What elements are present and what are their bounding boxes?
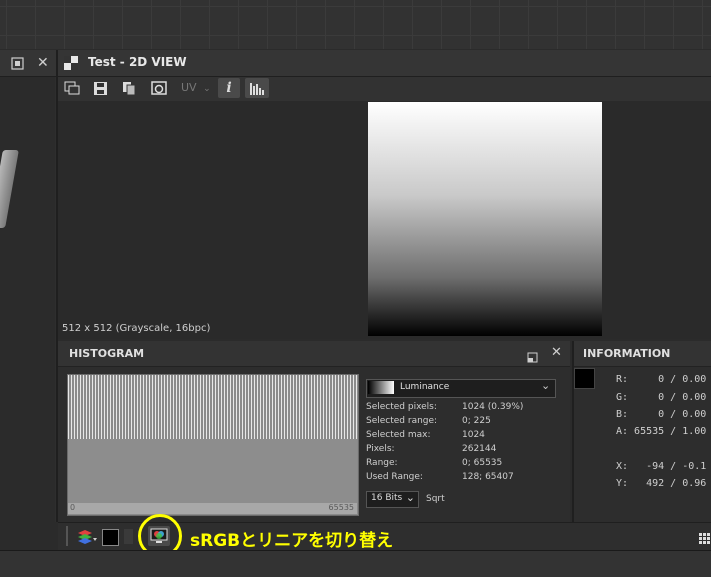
- stat-label: Range:: [366, 458, 398, 468]
- separator: [124, 529, 133, 544]
- information-title: INFORMATION: [583, 347, 671, 360]
- luminance-swatch: [368, 381, 394, 394]
- channel-select[interactable]: [366, 379, 556, 398]
- chevron-down-icon: ⌄: [405, 491, 415, 504]
- axis-max-label: 65535: [328, 503, 354, 512]
- stat-label: Selected pixels:: [366, 402, 437, 412]
- view-title: Test - 2D VIEW: [88, 55, 187, 69]
- stat-value: 0; 225: [462, 416, 491, 426]
- stat-value: 1024 (0.39%): [462, 402, 524, 412]
- workspace-grid: [0, 0, 711, 49]
- toolbar-grip: [66, 526, 68, 546]
- stat-value: 0; 65535: [462, 458, 503, 468]
- info-x: X: -94 / -0.1: [616, 461, 707, 472]
- info-a: A: 65535 / 1.00: [616, 426, 707, 437]
- maximize-icon[interactable]: [11, 57, 24, 73]
- info-b: B: 0 / 0.00: [616, 409, 707, 420]
- layers-icon[interactable]: [77, 529, 97, 549]
- status-bar: [0, 550, 711, 577]
- scale-label[interactable]: Sqrt: [426, 492, 445, 506]
- gradient-texture-image: [368, 102, 602, 336]
- stat-value: 262144: [462, 444, 497, 454]
- chevron-down-icon: ⌄: [203, 84, 211, 94]
- annotation-text: sRGBとリニアを切り替え: [190, 531, 394, 551]
- info-y: Y: 492 / 0.96: [616, 478, 707, 489]
- grid-menu-icon[interactable]: [699, 530, 711, 549]
- histogram-bars: [68, 375, 357, 439]
- stat-value: 128; 65407: [462, 472, 514, 482]
- uv-label: UV: [181, 81, 197, 94]
- info-r: R: 0 / 0.00: [616, 374, 707, 385]
- histogram-fill: [68, 439, 357, 503]
- pixel-color-swatch: [574, 368, 595, 389]
- histogram-toggle-icon[interactable]: [245, 78, 269, 98]
- histogram-axis: 0 65535: [68, 503, 357, 514]
- minimize-icon[interactable]: [527, 348, 538, 363]
- bits-select[interactable]: 16 Bits ⌄: [366, 491, 419, 508]
- bits-label: 16 Bits: [371, 493, 403, 503]
- image-info-label: 512 x 512 (Grayscale, 16bpc): [62, 323, 211, 334]
- export-icon[interactable]: [63, 80, 81, 96]
- channel-select-label: Luminance: [400, 382, 450, 392]
- refresh-view-icon[interactable]: [150, 80, 168, 96]
- stat-value: 1024: [462, 430, 485, 440]
- histogram-title: HISTOGRAM: [69, 347, 145, 360]
- stat-label: Pixels:: [366, 444, 395, 454]
- copy-icon[interactable]: [120, 80, 138, 96]
- info-toggle-button[interactable]: i: [218, 78, 240, 98]
- save-icon[interactable]: [91, 80, 109, 96]
- checker-icon: [64, 55, 78, 70]
- black-swatch[interactable]: [102, 529, 119, 546]
- stat-label: Used Range:: [366, 472, 423, 482]
- axis-min-label: 0: [70, 503, 76, 512]
- histogram-close-icon[interactable]: ✕: [551, 346, 562, 359]
- stat-label: Selected range:: [366, 416, 438, 426]
- 3d-viewport[interactable]: [0, 77, 55, 522]
- uv-dropdown[interactable]: UV ⌄: [181, 81, 211, 94]
- close-icon[interactable]: ✕: [37, 56, 49, 70]
- chevron-down-icon: ⌄: [541, 379, 551, 392]
- stat-label: Selected max:: [366, 430, 431, 440]
- info-g: G: 0 / 0.00: [616, 392, 707, 403]
